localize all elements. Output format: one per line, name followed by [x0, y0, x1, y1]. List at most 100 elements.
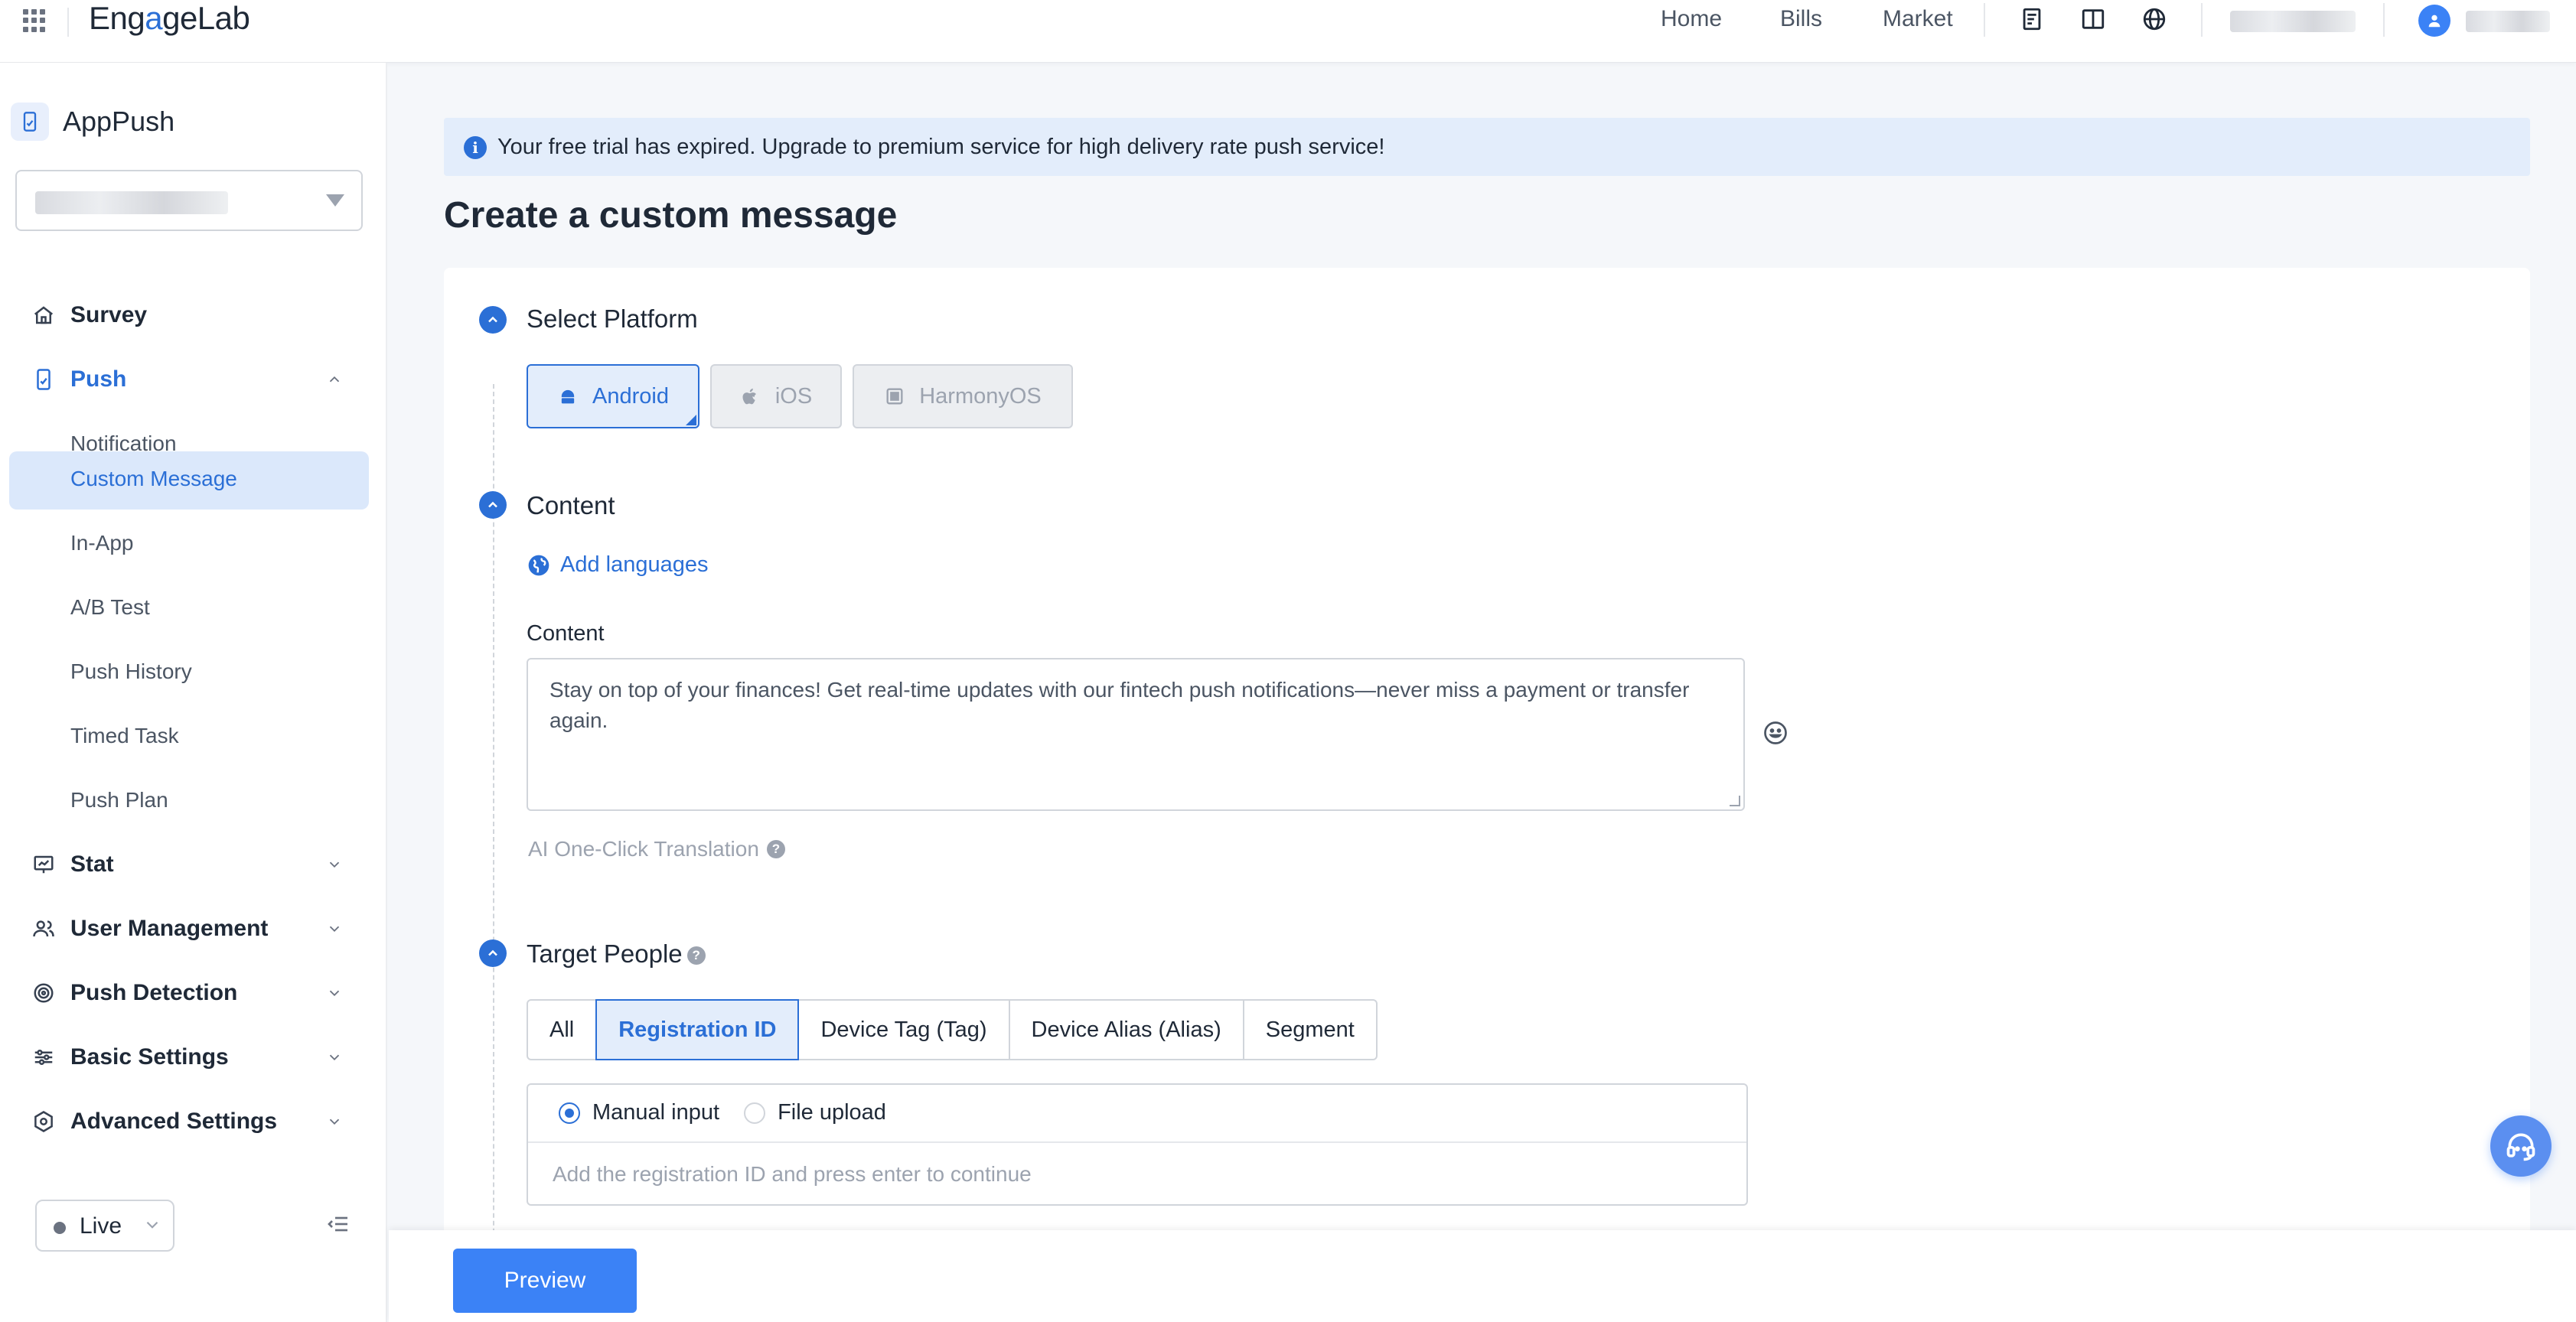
emoji-icon[interactable] — [1762, 719, 1789, 747]
sidebar-subitem-ab-test[interactable]: A/B Test — [9, 580, 369, 638]
nav-bills-link[interactable]: Bills — [1780, 6, 1822, 32]
content-textarea[interactable]: Stay on top of your finances! Get real-t… — [527, 658, 1745, 811]
collapse-sidebar-icon[interactable] — [326, 1212, 351, 1236]
customer-support-button[interactable] — [2490, 1115, 2552, 1177]
manual-input-radio[interactable] — [559, 1102, 580, 1124]
resize-handle-icon[interactable] — [1730, 796, 1740, 806]
dropdown-caret-icon — [326, 194, 344, 207]
document-icon[interactable] — [2019, 6, 2045, 32]
sidebar-item-label: Survey — [70, 302, 148, 327]
add-languages-link[interactable]: Add languages — [527, 552, 709, 578]
collapse-section-icon[interactable] — [479, 306, 507, 334]
sidebar-item-label: User Management — [70, 916, 269, 941]
sliders-icon — [34, 1050, 53, 1065]
chevron-down-icon — [329, 1054, 340, 1061]
account-name-redacted — [2230, 11, 2356, 32]
user-avatar[interactable] — [2418, 5, 2450, 37]
platform-ios-button[interactable]: iOS — [710, 364, 842, 428]
sidebar-subitem-label: In-App — [70, 531, 134, 555]
divider — [2201, 3, 2203, 37]
collapse-section-icon[interactable] — [479, 491, 507, 519]
nav-market-link[interactable]: Market — [1883, 6, 1953, 32]
globe-icon[interactable] — [2141, 6, 2167, 32]
sidebar-subitem-label: Custom Message — [70, 467, 237, 490]
tab-registration-id[interactable]: Registration ID — [595, 999, 800, 1060]
divider — [528, 1141, 1746, 1143]
status-dot — [54, 1222, 66, 1234]
tab-device-tag[interactable]: Device Tag (Tag) — [797, 999, 1010, 1060]
username-redacted — [2466, 11, 2550, 32]
trial-expired-banner: i Your free trial has expired. Upgrade t… — [444, 118, 2530, 176]
settings-hexagon-icon — [34, 1111, 53, 1132]
sidebar-item-label: Stat — [70, 851, 114, 877]
sidebar-item-push-detection[interactable]: Push Detection — [0, 964, 387, 1022]
app-title: AppPush — [11, 103, 174, 141]
app-name-redacted — [35, 191, 228, 214]
platform-label: HarmonyOS — [919, 383, 1042, 409]
platform-label: Android — [592, 383, 669, 409]
nav-home-link[interactable]: Home — [1661, 6, 1722, 32]
help-icon[interactable]: ? — [686, 946, 706, 965]
ai-translation-link[interactable]: AI One-Click Translation ? — [528, 837, 785, 861]
sidebar-subitem-label: Timed Task — [70, 724, 179, 747]
tab-device-alias[interactable]: Device Alias (Alias) — [1008, 999, 1244, 1060]
file-upload-label[interactable]: File upload — [778, 1100, 886, 1125]
sidebar-item-stat[interactable]: Stat — [0, 835, 387, 894]
divider — [1984, 3, 1985, 37]
banner-text: Your free trial has expired. Upgrade to … — [497, 135, 1385, 159]
sidebar-subitem-label: A/B Test — [70, 595, 150, 619]
sidebar-subitem-custom-message[interactable]: Custom Message — [9, 451, 369, 510]
sidebar-subitem-label: Push History — [70, 659, 192, 683]
logo-divider — [67, 8, 69, 37]
sidebar: AppPush Survey Push Notification Custom … — [0, 63, 387, 1322]
sidebar-item-survey[interactable]: Survey — [0, 286, 387, 344]
environment-select[interactable]: Live — [35, 1200, 174, 1252]
sidebar-item-basic-settings[interactable]: Basic Settings — [0, 1028, 387, 1086]
footer-bar: Preview — [389, 1230, 2576, 1322]
selected-corner-mark — [686, 415, 696, 425]
manual-input-label[interactable]: Manual input — [592, 1100, 719, 1125]
chevron-down-icon — [329, 990, 340, 997]
app-push-icon — [11, 103, 49, 141]
platform-harmonyos-button[interactable]: HarmonyOS — [853, 364, 1073, 428]
preview-button[interactable]: Preview — [453, 1249, 637, 1313]
chevron-down-icon — [329, 861, 340, 868]
registration-id-input[interactable] — [553, 1155, 1716, 1193]
app-selector[interactable] — [15, 170, 363, 231]
sidebar-subitem-push-plan[interactable]: Push Plan — [9, 773, 369, 831]
collapse-section-icon[interactable] — [479, 939, 507, 967]
sidebar-subitem-in-app[interactable]: In-App — [9, 516, 369, 574]
info-icon: i — [464, 136, 487, 159]
tab-all[interactable]: All — [527, 999, 598, 1060]
harmonyos-icon — [886, 388, 903, 405]
sidebar-subitem-timed-task[interactable]: Timed Task — [9, 708, 369, 767]
users-icon — [33, 920, 54, 937]
sidebar-item-label: Advanced Settings — [70, 1109, 278, 1134]
sidebar-item-push[interactable]: Push — [0, 350, 387, 409]
input-mode-radio-group: Manual input File upload — [559, 1100, 886, 1125]
android-icon — [561, 389, 575, 404]
ai-translation-label: AI One-Click Translation — [528, 837, 759, 861]
sidebar-item-advanced-settings[interactable]: Advanced Settings — [0, 1092, 387, 1151]
sidebar-subitem-push-history[interactable]: Push History — [9, 644, 369, 702]
help-icon[interactable]: ? — [766, 840, 785, 858]
app-grid-icon[interactable] — [23, 9, 46, 32]
page-title: Create a custom message — [444, 195, 898, 236]
sidebar-subitem-label: Push Plan — [70, 788, 168, 812]
tab-segment[interactable]: Segment — [1242, 999, 1378, 1060]
platform-label: iOS — [774, 383, 813, 409]
environment-label: Live — [80, 1213, 122, 1239]
target-type-tabs: All Registration ID Device Tag (Tag) Dev… — [527, 999, 1378, 1060]
book-icon[interactable] — [2080, 6, 2106, 32]
sidebar-item-label: Basic Settings — [70, 1044, 229, 1070]
sidebar-item-user-management[interactable]: User Management — [0, 900, 387, 958]
divider — [2383, 3, 2385, 37]
top-bar: EngageLab Home Bills Market — [0, 0, 2576, 63]
file-upload-radio[interactable] — [744, 1102, 766, 1124]
section-timeline — [493, 384, 494, 1287]
chevron-down-icon — [146, 1221, 158, 1229]
engagelab-logo[interactable]: EngageLab — [89, 0, 250, 37]
globe-filled-icon — [528, 555, 549, 575]
platform-android-button[interactable]: Android — [527, 364, 699, 428]
section-title-target-people: Target People? — [527, 939, 706, 969]
